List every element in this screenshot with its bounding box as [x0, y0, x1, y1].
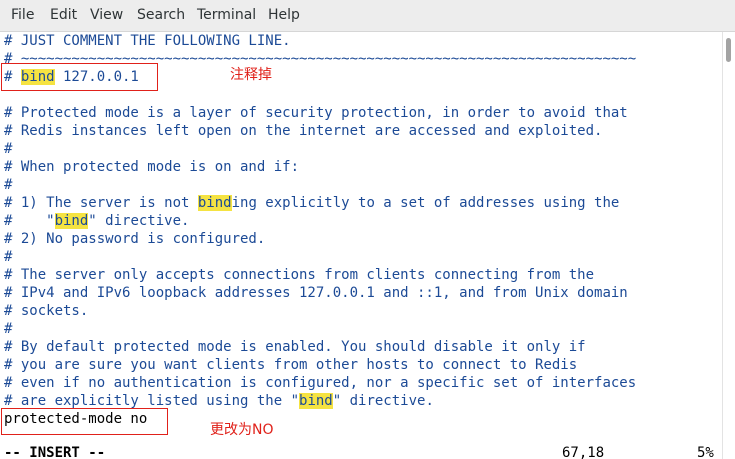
editor-line: # you are sure you want clients from oth…: [4, 357, 578, 373]
editor-line: # 1) The server is not binding explicitl…: [4, 194, 619, 212]
scrollbar-thumb[interactable]: [726, 38, 731, 62]
editor-line: #: [4, 177, 13, 193]
line-text: # are explicitly listed using the ": [4, 393, 300, 409]
editor-line: # sockets.: [4, 303, 89, 319]
annotation-change-to-no: 更改为NO: [210, 422, 274, 438]
editor-line: # By default protected mode is enabled. …: [4, 339, 586, 355]
editor-line: # "bind" directive.: [4, 212, 189, 230]
line-text: ing explicitly to a set of addresses usi…: [231, 195, 620, 211]
status-position: 67,18: [562, 445, 605, 459]
menu-view[interactable]: View: [90, 7, 123, 23]
annotation-box-protected-mode: [1, 408, 168, 435]
line-text: # 1) The server is not: [4, 195, 198, 211]
menu-terminal[interactable]: Terminal: [197, 7, 256, 23]
editor-line: #: [4, 141, 13, 157]
editor-line: # When protected mode is on and if:: [4, 159, 300, 175]
line-text: " directive.: [332, 393, 434, 409]
search-highlight: bind: [54, 213, 89, 229]
menu-edit[interactable]: Edit: [50, 7, 77, 23]
editor-line: # The server only accepts connections fr…: [4, 267, 595, 283]
line-text: # ": [4, 213, 55, 229]
menu-file[interactable]: File: [11, 7, 34, 23]
annotation-comment-out: 注释掉: [230, 67, 272, 83]
terminal-editor[interactable]: # JUST COMMENT THE FOLLOWING LINE. # ~~~~…: [0, 32, 722, 459]
editor-line: # Protected mode is a layer of security …: [4, 105, 628, 121]
status-percent: 5%: [697, 445, 714, 459]
editor-line: #: [4, 249, 13, 265]
status-mode: -- INSERT --: [4, 445, 106, 459]
editor-line: # even if no authentication is configure…: [4, 375, 637, 391]
menu-help[interactable]: Help: [268, 7, 300, 23]
menu-bar: File Edit View Search Terminal Help: [0, 0, 735, 32]
search-highlight: bind: [197, 195, 232, 211]
editor-line: #: [4, 321, 13, 337]
editor-line: # Redis instances left open on the inter…: [4, 123, 603, 139]
line-text: " directive.: [88, 213, 190, 229]
editor-line: # IPv4 and IPv6 loopback addresses 127.0…: [4, 285, 628, 301]
menu-search[interactable]: Search: [137, 7, 185, 23]
editor-line: # 2) No password is configured.: [4, 231, 266, 247]
search-highlight: bind: [299, 393, 333, 409]
editor-line: # JUST COMMENT THE FOLLOWING LINE.: [4, 33, 291, 49]
scrollbar[interactable]: [722, 32, 735, 459]
annotation-box-bind: [1, 63, 158, 91]
